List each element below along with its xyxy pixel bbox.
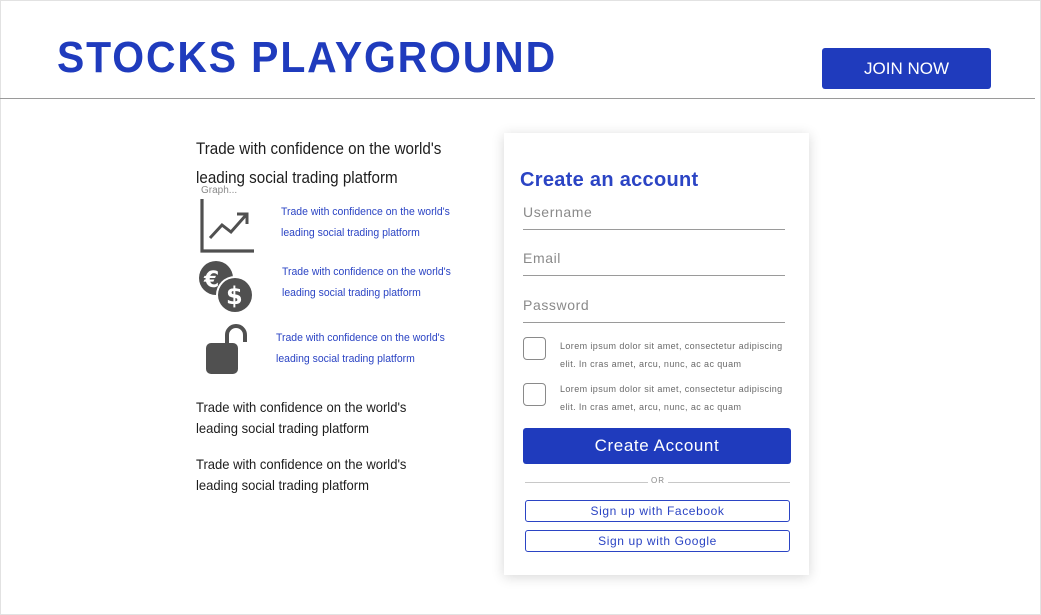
terms-checkbox-2[interactable]	[523, 383, 546, 406]
feature-text-chart: Trade with confidence on the world's lea…	[281, 206, 450, 239]
info-paragraph-1: Trade with confidence on the world's lea…	[196, 399, 407, 436]
site-title: STOCKS PLAYGROUND	[57, 33, 558, 82]
chart-trend-icon	[200, 199, 254, 253]
password-field[interactable]	[523, 292, 785, 323]
terms-checkbox-1-label: Lorem ipsum dolor sit amet, consectetur …	[560, 341, 783, 369]
terms-checkbox-2-label: Lorem ipsum dolor sit amet, consectetur …	[560, 384, 783, 412]
svg-text:€: €	[203, 268, 219, 293]
join-now-button[interactable]: JOIN NOW	[822, 48, 991, 89]
divider-right	[668, 482, 790, 483]
divider-or-label: OR	[651, 476, 665, 485]
signup-title: Create an account	[520, 169, 699, 191]
google-signup-button[interactable]: Sign up with Google	[525, 530, 790, 552]
terms-checkbox-1[interactable]	[523, 337, 546, 360]
facebook-signup-button[interactable]: Sign up with Facebook	[525, 500, 790, 522]
feature-text-security: Trade with confidence on the world's lea…	[276, 332, 445, 365]
signup-card: Create an account Lorem ipsum dolor sit …	[504, 133, 809, 575]
svg-text:$: $	[226, 282, 243, 310]
feature-text-currency: Trade with confidence on the world's lea…	[282, 266, 451, 299]
unlocked-padlock-icon	[206, 324, 247, 374]
divider-left	[525, 482, 648, 483]
graph-caption: Graph...	[201, 185, 238, 196]
username-field[interactable]	[523, 199, 785, 230]
create-account-button[interactable]: Create Account	[523, 428, 791, 464]
email-field[interactable]	[523, 245, 785, 276]
currency-coins-icon: € $	[199, 261, 254, 314]
info-paragraph-2: Trade with confidence on the world's lea…	[196, 456, 407, 493]
header-divider	[0, 98, 1035, 99]
